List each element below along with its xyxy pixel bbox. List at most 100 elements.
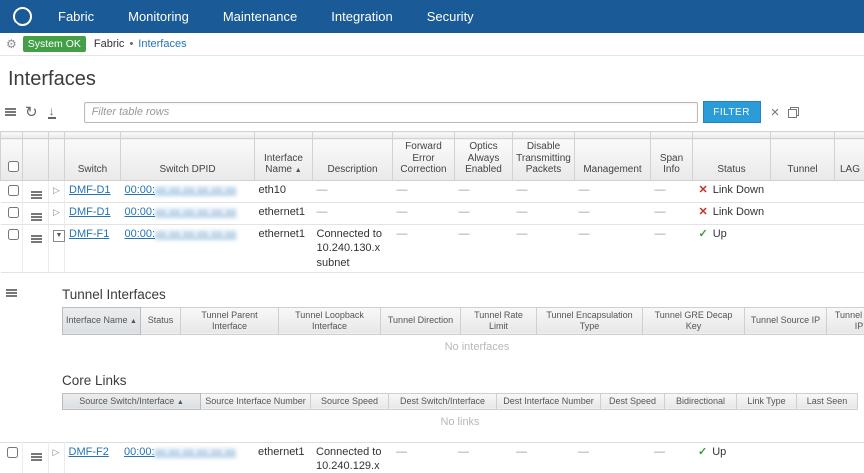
filter-button[interactable]: FILTER bbox=[702, 101, 761, 123]
switch-link[interactable]: DMF-D1 bbox=[69, 206, 111, 218]
column-header-span-info[interactable]: Span Info bbox=[650, 138, 693, 181]
tunnel-interfaces-title: Tunnel Interfaces bbox=[62, 286, 166, 302]
row-select-checkbox[interactable] bbox=[7, 206, 19, 218]
refresh-icon[interactable]: ↻ bbox=[25, 105, 38, 120]
app-window: Fabric Monitoring Maintenance Integratio… bbox=[0, 0, 864, 473]
expanded-row-detail: Tunnel Interfaces Interface Name ▲ Statu… bbox=[0, 273, 864, 442]
optics-cell: — bbox=[454, 202, 513, 226]
optics-cell: — bbox=[454, 442, 512, 473]
column-header-lag[interactable]: LAG bbox=[834, 138, 864, 181]
row-select-checkbox[interactable] bbox=[7, 229, 19, 241]
nav-item-integration[interactable]: Integration bbox=[331, 9, 392, 24]
fec-cell: — bbox=[392, 202, 455, 226]
column-header-dest-interface-number[interactable]: Dest Interface Number bbox=[496, 392, 601, 410]
breadcrumb-root[interactable]: Fabric bbox=[94, 38, 125, 50]
system-tools-icon: ⚙ bbox=[6, 37, 17, 51]
columns-icon[interactable] bbox=[788, 106, 800, 118]
breadcrumb-separator: • bbox=[129, 38, 134, 50]
nav-item-security[interactable]: Security bbox=[427, 9, 474, 24]
column-header-link-type[interactable]: Link Type bbox=[736, 392, 797, 410]
row-select-checkbox[interactable] bbox=[7, 446, 18, 458]
column-header-status[interactable]: Status bbox=[692, 138, 771, 181]
row-menu-icon[interactable] bbox=[30, 452, 42, 455]
row-menu-icon[interactable] bbox=[31, 190, 42, 193]
column-header-tunnel-parent[interactable]: Tunnel Parent Interface bbox=[180, 306, 279, 335]
dpid-cell: 00:00:xx:xx:xx:xx:xx:xx bbox=[120, 442, 254, 473]
column-header-interface-name[interactable]: Interface Name ▲ bbox=[254, 138, 313, 181]
disable-tx-cell: — bbox=[512, 224, 575, 273]
dpid-link[interactable]: 00:00:xx:xx:xx:xx:xx:xx bbox=[125, 228, 237, 240]
nav-item-monitoring[interactable]: Monitoring bbox=[128, 9, 189, 24]
dpid-link[interactable]: 00:00:xx:xx:xx:xx:xx:xx bbox=[125, 184, 237, 196]
column-header-tunnel-gre-decap-key[interactable]: Tunnel GRE Decap Key bbox=[642, 306, 745, 335]
clear-filter-icon[interactable]: × bbox=[771, 105, 780, 120]
switch-link[interactable]: DMF-F2 bbox=[69, 446, 109, 458]
header-row: Interface Name ▲ Status Tunnel Parent In… bbox=[62, 306, 864, 335]
collapse-toggle-icon[interactable]: ▼ bbox=[53, 229, 65, 242]
span-info-cell: — bbox=[650, 442, 692, 473]
column-header-description[interactable]: Description bbox=[312, 138, 393, 181]
column-header-tunnel-dest-ip[interactable]: Tunnel Dest IP bbox=[826, 306, 864, 335]
row-menu-icon[interactable] bbox=[31, 212, 42, 215]
column-header-last-seen[interactable]: Last Seen bbox=[796, 392, 858, 410]
select-all-checkbox[interactable] bbox=[7, 161, 19, 172]
row-menu-icon[interactable] bbox=[31, 235, 42, 238]
download-icon[interactable]: ↓ bbox=[47, 105, 56, 119]
status-cell: ✕ Link Down bbox=[692, 202, 771, 226]
switch-cell: DMF-D1 bbox=[64, 202, 121, 226]
status-cell: ✓ Up bbox=[692, 442, 770, 473]
column-header-dest-switch-interface[interactable]: Dest Switch/Interface bbox=[388, 392, 497, 410]
row-menu-cell bbox=[22, 202, 49, 226]
row-select-cell bbox=[0, 224, 23, 273]
column-header-switch[interactable]: Switch bbox=[64, 138, 121, 181]
row-expand-cell: ▷ bbox=[48, 180, 65, 203]
column-header-dest-speed[interactable]: Dest Speed bbox=[600, 392, 665, 410]
column-header-management[interactable]: Management bbox=[574, 138, 651, 181]
row-menu-cell bbox=[22, 224, 49, 273]
switch-link[interactable]: DMF-D1 bbox=[69, 184, 111, 196]
sort-asc-icon: ▲ bbox=[176, 398, 184, 406]
column-header-disable-tx[interactable]: Disable Transmitting Packets bbox=[512, 138, 575, 181]
expand-arrow-icon[interactable]: ▷ bbox=[53, 185, 60, 197]
optics-cell: — bbox=[454, 224, 513, 273]
dpid-masked: xx:xx:xx:xx:xx:xx bbox=[155, 183, 237, 196]
column-header-source-interface-number[interactable]: Source Interface Number bbox=[200, 392, 311, 410]
sort-asc-icon: ▲ bbox=[130, 318, 137, 326]
column-header-source-switch-interface[interactable]: Source Switch/Interface ▲ bbox=[62, 392, 201, 410]
column-header-tunnel-loopback[interactable]: Tunnel Loopback Interface bbox=[278, 306, 381, 335]
row-select-cell bbox=[0, 442, 23, 473]
detail-menu-icon[interactable] bbox=[6, 288, 17, 291]
system-status-badge[interactable]: System OK bbox=[22, 36, 86, 52]
nav-item-maintenance[interactable]: Maintenance bbox=[223, 9, 297, 24]
table-toolbar: ↻ ↓ FILTER × bbox=[0, 99, 864, 125]
column-header-tunnel[interactable]: Tunnel bbox=[770, 138, 835, 181]
column-header-tunnel-source-ip[interactable]: Tunnel Source IP bbox=[744, 306, 827, 335]
table-menu-icon[interactable] bbox=[5, 108, 16, 110]
column-header-source-speed[interactable]: Source Speed bbox=[310, 392, 389, 410]
link-down-icon: ✕ bbox=[698, 183, 708, 196]
switch-link[interactable]: DMF-F1 bbox=[69, 228, 109, 240]
column-header-interface-name[interactable]: Interface Name ▲ bbox=[62, 306, 141, 335]
column-header-optics[interactable]: Optics Always Enabled bbox=[454, 138, 513, 181]
column-header-tunnel-direction[interactable]: Tunnel Direction bbox=[380, 306, 461, 335]
brand-logo-icon[interactable] bbox=[13, 7, 32, 26]
dpid-link[interactable]: 00:00:xx:xx:xx:xx:xx:xx bbox=[125, 206, 237, 218]
expand-arrow-icon[interactable]: ▷ bbox=[53, 447, 60, 459]
row-expand-cell: ▷ bbox=[48, 442, 65, 473]
column-header-tunnel-rate-limit[interactable]: Tunnel Rate Limit bbox=[460, 306, 537, 335]
column-header-bidirectional[interactable]: Bidirectional bbox=[664, 392, 737, 410]
expand-arrow-icon[interactable]: ▷ bbox=[53, 207, 60, 219]
column-header-status[interactable]: Status bbox=[140, 306, 181, 335]
empty-state-text: No links bbox=[440, 415, 480, 428]
column-header-switch-dpid[interactable]: Switch DPID bbox=[120, 138, 255, 181]
filter-input[interactable] bbox=[83, 101, 698, 123]
column-header-tunnel-encap-type[interactable]: Tunnel Encapsulation Type bbox=[536, 306, 643, 335]
dpid-link[interactable]: 00:00:xx:xx:xx:xx:xx:xx bbox=[124, 446, 236, 458]
switch-cell: DMF-F1 bbox=[64, 224, 121, 273]
nav-item-fabric[interactable]: Fabric bbox=[58, 9, 94, 24]
table-row: ▷ DMF-D1 00:00:xx:xx:xx:xx:xx:xx etherne… bbox=[0, 202, 864, 226]
description-cell: Connected to 10.240.129.x subnet bbox=[312, 442, 392, 473]
column-header-fec[interactable]: Forward Error Correction bbox=[392, 138, 455, 181]
interface-name-cell: ethernet1 bbox=[254, 202, 313, 226]
row-select-checkbox[interactable] bbox=[7, 184, 19, 196]
